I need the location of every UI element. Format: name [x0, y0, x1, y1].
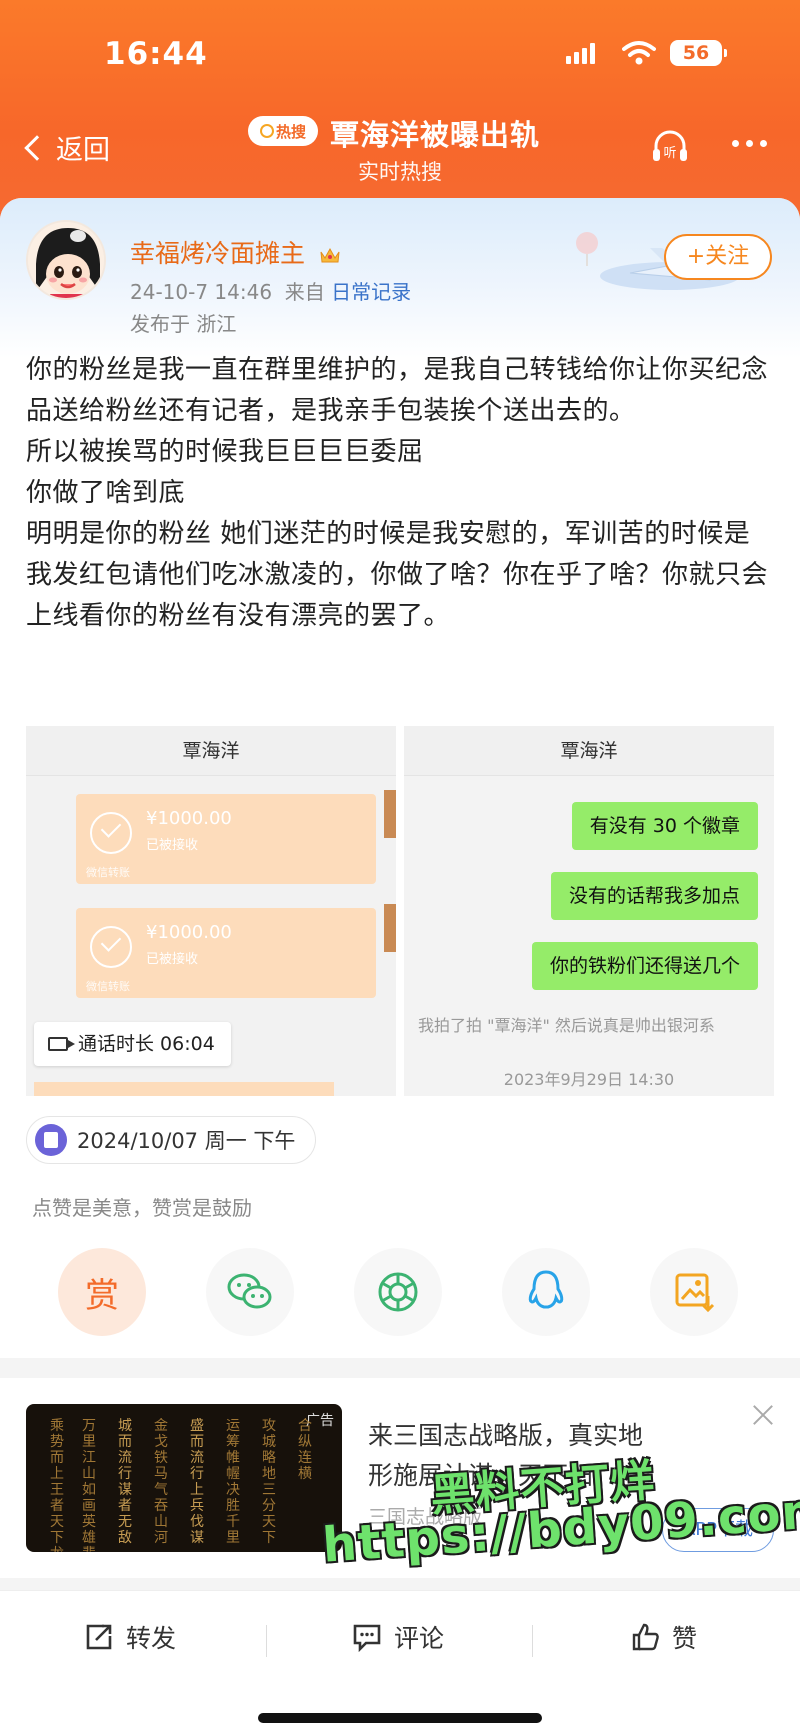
battery-icon: 56: [670, 40, 727, 66]
check-icon: [90, 926, 132, 968]
post-paragraph: 你做了啥到底: [26, 478, 186, 508]
divider: [532, 1625, 533, 1657]
post-location: 发布于 浙江: [130, 312, 237, 336]
post-paragraph: 明明是你的粉丝 她们迷茫的时候是我安慰的，军训苦的时候是我发红包请他们吃冰激凌的…: [26, 519, 769, 631]
like-button[interactable]: 赞: [630, 1617, 697, 1657]
chat-bubble: 没有的话帮我多加点: [550, 872, 758, 920]
author-name-text: 幸福烤冷面摊主: [130, 239, 306, 268]
from-prefix: 来自: [284, 280, 325, 304]
crown-badge-icon: [320, 247, 340, 263]
post-timestamp: 24-10-7 14:46: [130, 280, 273, 304]
repost-button[interactable]: 转发: [84, 1617, 176, 1657]
avatar-edge: [384, 790, 396, 838]
bottom-action-bar: 转发 评论 赞: [0, 1590, 800, 1735]
repost-label: 转发: [126, 1624, 177, 1653]
moments-icon: [378, 1272, 418, 1312]
call-duration-pill: 通话时长 06:04: [34, 1022, 231, 1066]
date-chip[interactable]: 2024/10/07 周一 下午: [26, 1116, 317, 1164]
transfer-footer: 微信转账: [86, 866, 130, 879]
chat-bubble: 有没有 30 个徽章: [571, 802, 758, 850]
save-image-icon: [675, 1273, 715, 1313]
wechat-icon: [227, 1273, 272, 1309]
comment-icon: [353, 1624, 381, 1652]
post-body: 你的粉丝是我一直在群里维护的，是我自己转钱给你让你买纪念品送给粉丝还有记者，是我…: [26, 350, 776, 637]
transfer-footer: 微信转账: [86, 980, 130, 993]
chat-bubble: 你的铁粉们还得送几个: [531, 942, 758, 990]
reward-label: 赏: [85, 1275, 119, 1316]
ad-image[interactable]: 广告 乘势而上王者天下龙吟虎 万里江山如画英雄辈出 城而流行谋者无敌 金戈铁马气…: [26, 1404, 342, 1552]
status-bar: 16:44 56: [0, 34, 800, 74]
post-paragraph: 所以被挨骂的时候我巨巨巨巨委屈: [26, 437, 424, 467]
reward-button[interactable]: 赏: [58, 1248, 146, 1336]
transfer-status: 已被接收: [146, 838, 199, 853]
post-paragraph: 你的粉丝是我一直在群里维护的，是我自己转钱给你让你买纪念品送给粉丝还有记者，是我…: [26, 355, 769, 426]
chat-title: 覃海洋: [404, 726, 774, 776]
author-name[interactable]: 幸福烤冷面摊主: [130, 234, 341, 270]
divider: [266, 1625, 267, 1657]
post-source-link[interactable]: 日常记录: [331, 280, 411, 304]
post-image-transfers[interactable]: 覃海洋 ¥1000.00 已被接收 微信转账 ¥1000.00 已被接收 微信转…: [26, 726, 396, 1096]
post-card: 幸福烤冷面摊主 24-10-7 14:46 来自 日常记录 发布于 浙江 +关注…: [0, 198, 800, 1358]
share-row: 赏: [58, 1248, 748, 1340]
search-icon: [259, 124, 274, 138]
pat-system-note: 我拍了拍 "覃海洋" 然后说真是帅出银河系: [418, 1016, 715, 1035]
transfer-card-partial: [34, 1082, 334, 1096]
headphones-icon[interactable]: 听: [650, 126, 690, 166]
date-chip-label: 2024/10/07 周一 下午: [77, 1129, 296, 1153]
reward-note: 点赞是美意，赞赏是鼓励: [32, 1196, 252, 1220]
comment-button[interactable]: 评论: [352, 1617, 444, 1657]
share-qq-button[interactable]: [502, 1248, 590, 1336]
wifi-icon: [622, 41, 656, 65]
hot-search-badge: 热搜: [248, 116, 318, 146]
repost-icon: [86, 1624, 112, 1650]
video-call-icon: [48, 1037, 75, 1051]
share-moments-button[interactable]: [354, 1248, 442, 1336]
listen-label: 听: [663, 146, 676, 161]
check-icon: [90, 812, 132, 854]
transfer-card: ¥1000.00 已被接收 微信转账: [76, 794, 376, 884]
transfer-card: ¥1000.00 已被接收 微信转账: [76, 908, 376, 998]
author-avatar[interactable]: [26, 220, 106, 300]
chat-date: 2023年9月29日 14:30: [503, 1070, 675, 1089]
save-image-button[interactable]: [650, 1248, 738, 1336]
transfer-amount: ¥1000.00: [146, 808, 232, 829]
avatar-edge: [384, 904, 396, 952]
status-time: 16:44: [104, 36, 208, 72]
like-label: 赞: [672, 1624, 698, 1653]
close-icon[interactable]: [752, 1404, 774, 1426]
qq-icon: [528, 1270, 564, 1309]
post-meta: 24-10-7 14:46 来自 日常记录: [130, 276, 411, 305]
diary-icon: [35, 1124, 67, 1156]
more-options-icon[interactable]: [732, 140, 767, 147]
hot-badge-label: 热搜: [275, 122, 306, 141]
header: 16:44 56 返回 热搜 覃海洋被曝出轨 实时热搜 听: [0, 0, 800, 220]
transfer-status: 已被接收: [146, 952, 199, 967]
share-wechat-button[interactable]: [206, 1248, 294, 1336]
thumbs-up-icon: [632, 1623, 659, 1651]
transfer-amount: ¥1000.00: [146, 922, 232, 943]
post-image-chat[interactable]: 覃海洋 有没有 30 个徽章 没有的话帮我多加点 你的铁粉们还得送几个 我拍了拍…: [404, 726, 774, 1096]
chat-title: 覃海洋: [26, 726, 396, 776]
comment-label: 评论: [394, 1624, 445, 1653]
cellular-signal-icon: [566, 42, 595, 64]
call-duration-label: 通话时长 06:04: [78, 1033, 215, 1055]
page-title[interactable]: 覃海洋被曝出轨: [330, 112, 540, 154]
nav-bar: 返回 热搜 覃海洋被曝出轨 实时热搜 听: [0, 110, 800, 190]
home-indicator[interactable]: [258, 1713, 542, 1723]
follow-button[interactable]: +关注: [664, 234, 772, 280]
